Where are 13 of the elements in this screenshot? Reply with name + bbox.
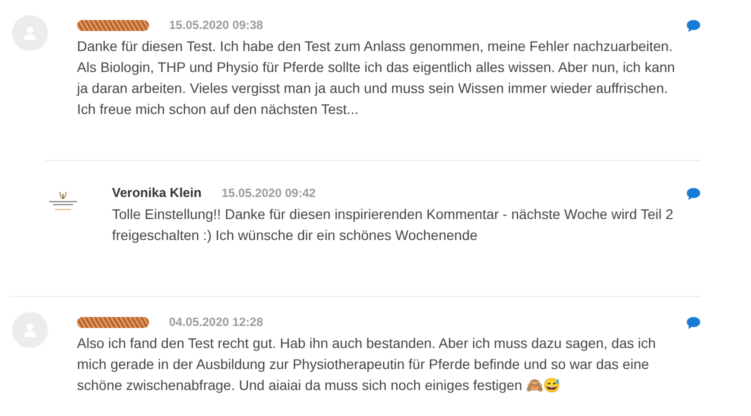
reply-icon[interactable] xyxy=(686,316,701,330)
reply-icon[interactable] xyxy=(686,187,701,201)
comment-date: 04.05.2020 12:28 xyxy=(169,314,264,331)
redaction-mark xyxy=(77,316,149,328)
redaction-mark xyxy=(77,20,149,30)
author-name: Veronika Klein xyxy=(112,184,202,202)
comment-date: 15.05.2020 09:38 xyxy=(169,17,264,34)
reply-icon[interactable] xyxy=(686,19,701,33)
comment-text: Also ich fand den Test recht gut. Hab ihn auch bestanden. Aber ich muss dazu sagen, das ich mich gerade in der Ausbildung zur Physiotherapeutin für Pferde befinde und so war das eine schöne zwischenabfrage. Und aiaiai da muss sich noch einiges festigen 🙈😅 xyxy=(77,334,657,395)
logo-icon xyxy=(46,191,80,213)
comment-text: Tolle Einstellung!! Danke für diesen inspirierenden Kommentar - nächste Woche wird Teil 2 freigeschalten :) Ich wünsche dir ein schönes Wochenende xyxy=(112,205,674,245)
comment-text: Danke für diesen Test. Ich habe den Test zum Anlass genommen, meine Fehler nachzuarbeiten. Als Biologin, THP und Physio für Pferde sollte ich das eigentlich alles wissen. Aber nun, ich kann ja daran arbeiten. Vieles vergisst man ja auch und muss sein Wissen immer wieder auffrischen. Ich freue mich schon auf den nächsten Test... xyxy=(77,37,676,119)
comment-date: 15.05.2020 09:42 xyxy=(222,185,316,202)
